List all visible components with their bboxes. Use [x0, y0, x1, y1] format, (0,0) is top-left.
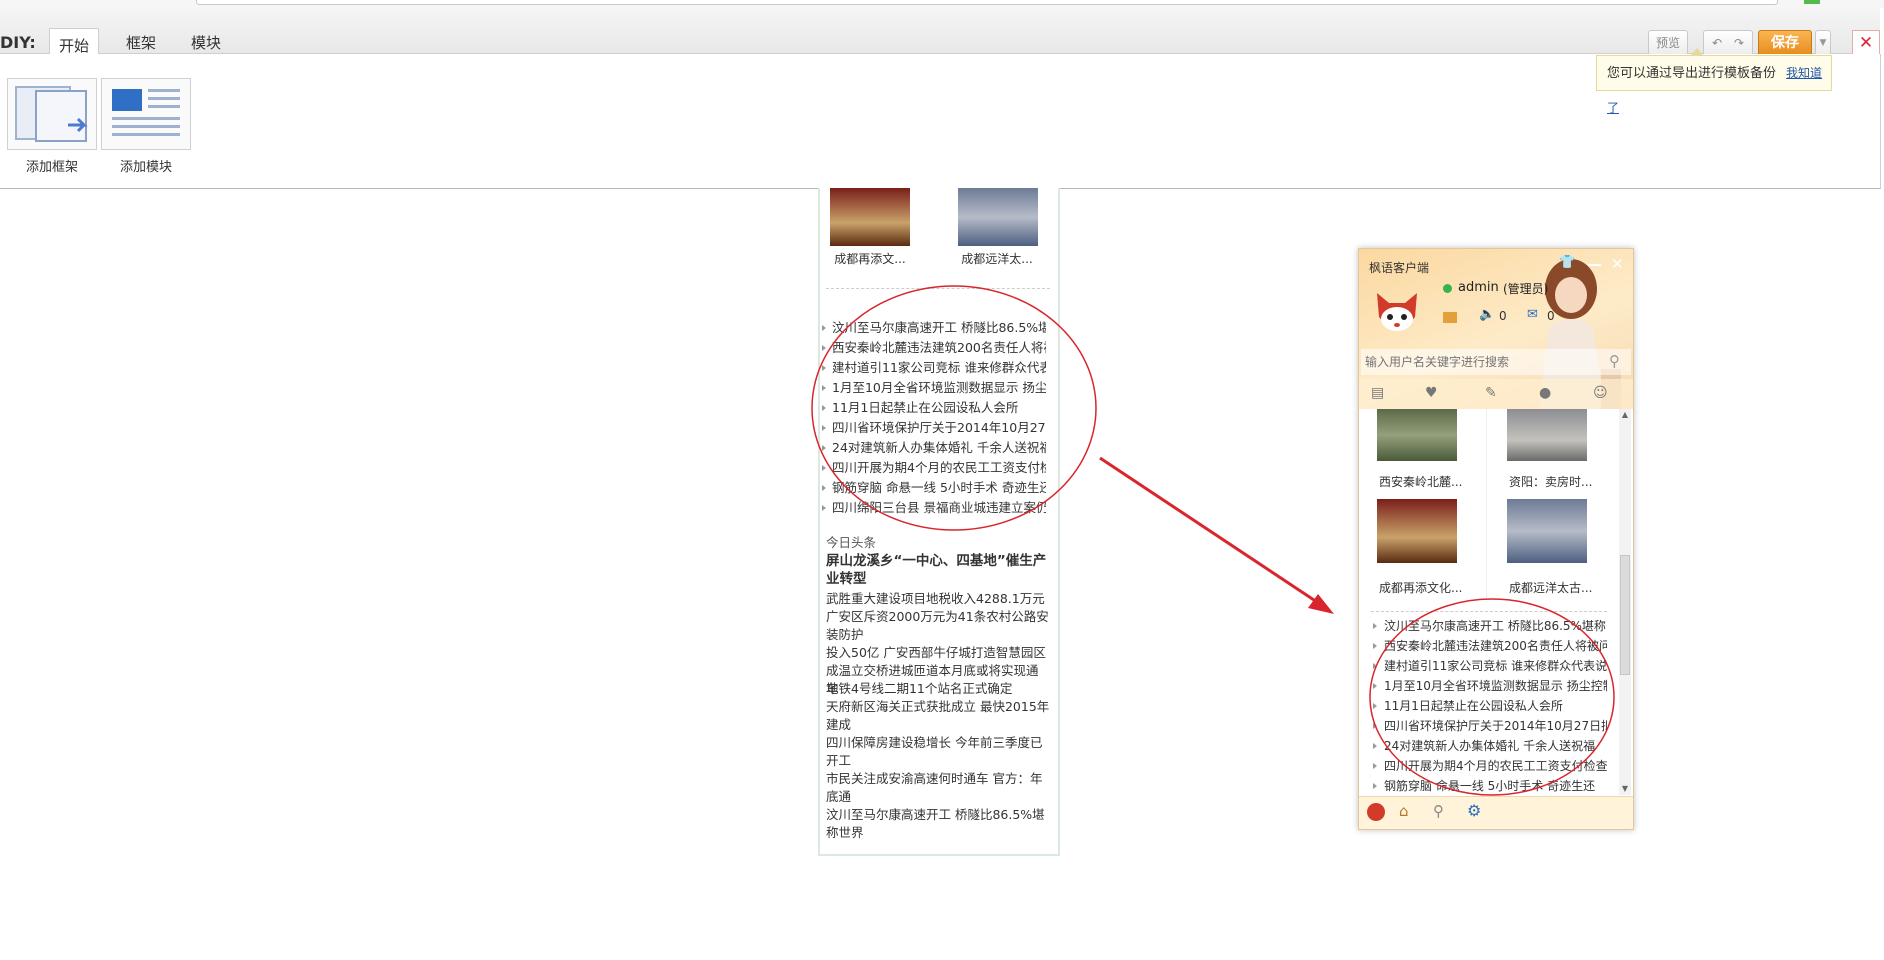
annotation-circle-main [811, 285, 1097, 531]
annotation-circle-client [1369, 598, 1615, 796]
annotation-layer [811, 285, 1615, 796]
annotation-arrow-line [1099, 456, 1321, 606]
